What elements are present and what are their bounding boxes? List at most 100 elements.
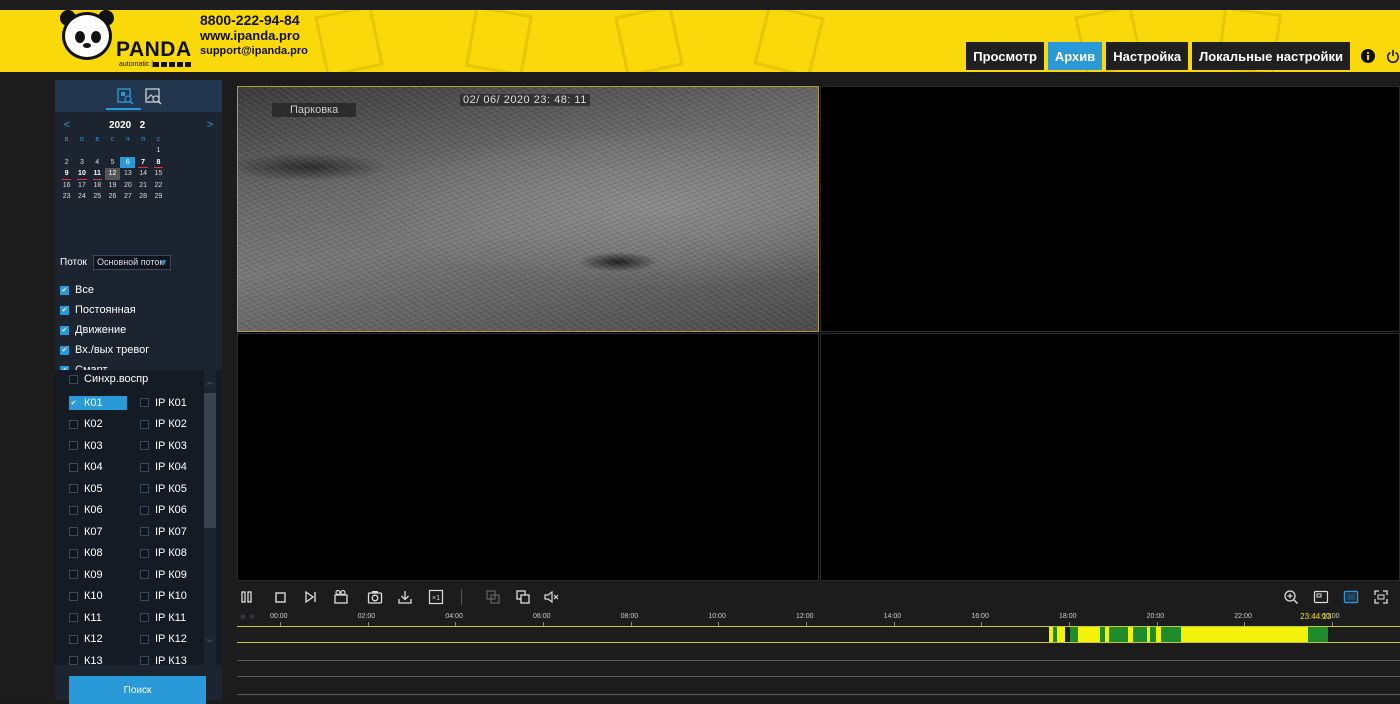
calendar-day[interactable]: 4 [90, 157, 105, 169]
scroll-down-icon[interactable]: ﹀ [204, 638, 216, 649]
channel-option[interactable]: К02 [69, 417, 140, 431]
speed-x1-icon[interactable]: ×1 [427, 588, 445, 606]
ip-channel-option[interactable]: IP К10 [140, 589, 211, 603]
video-pane-2[interactable] [820, 86, 1400, 332]
calendar-next-arrow[interactable]: > [202, 119, 218, 131]
mute-icon[interactable] [542, 588, 560, 606]
calendar-day[interactable]: 19 [105, 180, 120, 192]
video-pane-4[interactable] [820, 333, 1400, 581]
tab-archive[interactable]: Архив [1047, 42, 1103, 70]
calendar-day[interactable]: 27 [120, 191, 135, 203]
continuous-record-segment[interactable] [1180, 627, 1188, 642]
channel-option[interactable]: К12 [69, 632, 140, 646]
channel-option[interactable]: К03 [69, 439, 140, 453]
calendar-day[interactable]: 21 [135, 180, 150, 192]
calendar-day[interactable]: 16 [59, 180, 74, 192]
channel-checkbox[interactable] [140, 441, 149, 451]
calendar-day[interactable]: 2 [59, 157, 74, 169]
channel-option[interactable]: ✔ К01 [69, 395, 127, 410]
channel-checkbox[interactable] [69, 591, 78, 601]
sync-checkbox[interactable] [69, 374, 78, 384]
motion-record-segment[interactable] [1109, 627, 1129, 642]
channel-option[interactable]: К08 [69, 546, 140, 560]
record-type-option[interactable]: ✔Смарт [60, 360, 220, 370]
calendar-day[interactable]: 29 [151, 191, 166, 203]
video-pane-1[interactable]: Парковка 02/ 06/ 2020 23: 48: 11 [237, 86, 819, 332]
calendar-day[interactable]: 20 [120, 180, 135, 192]
checkbox[interactable]: ✔ [60, 345, 69, 355]
calendar-day[interactable]: 13 [120, 168, 135, 180]
channel-option[interactable]: К10 [69, 589, 140, 603]
channel-checkbox[interactable] [140, 613, 149, 623]
calendar-day[interactable]: 18 [90, 180, 105, 192]
channel-checkbox[interactable] [69, 570, 78, 580]
channel-checkbox[interactable]: ✔ [69, 398, 78, 407]
motion-record-segment[interactable] [1161, 627, 1181, 642]
video-pane-3[interactable] [237, 333, 819, 581]
ip-channel-option[interactable]: IP К08 [140, 546, 211, 560]
clip-icon[interactable] [332, 588, 350, 606]
tab-local-settings[interactable]: Локальные настройки [1192, 42, 1350, 70]
ip-channel-option[interactable]: IP К01 [140, 396, 211, 410]
channel-checkbox[interactable] [69, 484, 78, 494]
video-search-icon[interactable] [116, 87, 134, 105]
calendar-day[interactable]: 26 [105, 191, 120, 203]
info-icon[interactable] [1356, 42, 1380, 70]
ip-channel-option[interactable]: IP К12 [140, 632, 211, 646]
calendar-day[interactable]: 6 [120, 156, 136, 168]
record-type-option[interactable]: ✔ Вх./вых тревог [60, 340, 220, 360]
pause-icon[interactable] [238, 588, 256, 606]
channel-checkbox[interactable] [140, 570, 149, 580]
calendar-day[interactable]: 10 [74, 168, 89, 180]
channel-checkbox[interactable] [69, 462, 78, 472]
picture-search-icon[interactable] [144, 87, 162, 105]
channel-checkbox[interactable] [140, 419, 149, 429]
channel-checkbox[interactable] [69, 505, 78, 515]
channel-scrollbar[interactable]: ︿ ﹀ [204, 370, 216, 665]
record-type-option[interactable]: ✔ Все [60, 280, 220, 300]
scroll-up-icon[interactable]: ︿ [204, 376, 216, 387]
continuous-record-segment[interactable] [1056, 627, 1066, 642]
snapshot-icon[interactable] [366, 588, 384, 606]
ip-channel-option[interactable]: IP К02 [140, 417, 211, 431]
channel-checkbox[interactable] [69, 634, 78, 644]
backup-icon[interactable] [484, 588, 502, 606]
sync-playback-option[interactable]: Синхр.воспр [69, 373, 148, 385]
stream-select[interactable]: Основной поток ▼ [92, 255, 171, 270]
channel-option[interactable]: К07 [69, 525, 140, 539]
calendar-day[interactable]: 17 [74, 180, 89, 192]
ip-channel-option[interactable]: IP К04 [140, 460, 211, 474]
channel-option[interactable]: К04 [69, 460, 140, 474]
calendar-day[interactable]: 23 [59, 191, 74, 203]
motion-record-segment[interactable] [1132, 627, 1147, 642]
ip-channel-option[interactable]: IP К11 [140, 611, 211, 625]
channel-option[interactable]: К09 [69, 568, 140, 582]
copy-icon[interactable] [514, 588, 532, 606]
ip-channel-option[interactable]: IP К03 [140, 439, 211, 453]
channel-option[interactable]: К11 [69, 611, 140, 625]
channel-checkbox[interactable] [69, 656, 78, 665]
calendar-prev-arrow[interactable]: < [59, 119, 75, 131]
calendar-day[interactable]: 11 [90, 168, 105, 180]
checkbox[interactable]: ✔ [60, 285, 69, 295]
window-icon[interactable] [1342, 588, 1360, 606]
calendar-day[interactable]: 24 [74, 191, 89, 203]
channel-checkbox[interactable] [69, 548, 78, 558]
step-forward-icon[interactable] [302, 588, 320, 606]
channel-checkbox[interactable] [140, 548, 149, 558]
calendar-day[interactable]: 28 [135, 191, 150, 203]
channel-checkbox[interactable] [69, 441, 78, 451]
stop-icon[interactable] [272, 588, 290, 606]
channel-checkbox[interactable] [140, 527, 149, 537]
channel-option[interactable]: К06 [69, 503, 140, 517]
calendar-day[interactable]: 22 [151, 180, 166, 192]
channel-checkbox[interactable] [140, 484, 149, 494]
record-type-option[interactable]: ✔ Постоянная [60, 300, 220, 320]
zoom-in-icon[interactable] [1282, 588, 1300, 606]
channel-checkbox[interactable] [69, 613, 78, 623]
calendar-day[interactable]: 12 [104, 168, 121, 180]
calendar-day[interactable]: 3 [74, 157, 89, 169]
ip-channel-option[interactable]: IP К13 [140, 654, 211, 665]
fullscreen-icon[interactable] [1372, 588, 1390, 606]
continuous-record-segment[interactable] [1187, 627, 1308, 642]
